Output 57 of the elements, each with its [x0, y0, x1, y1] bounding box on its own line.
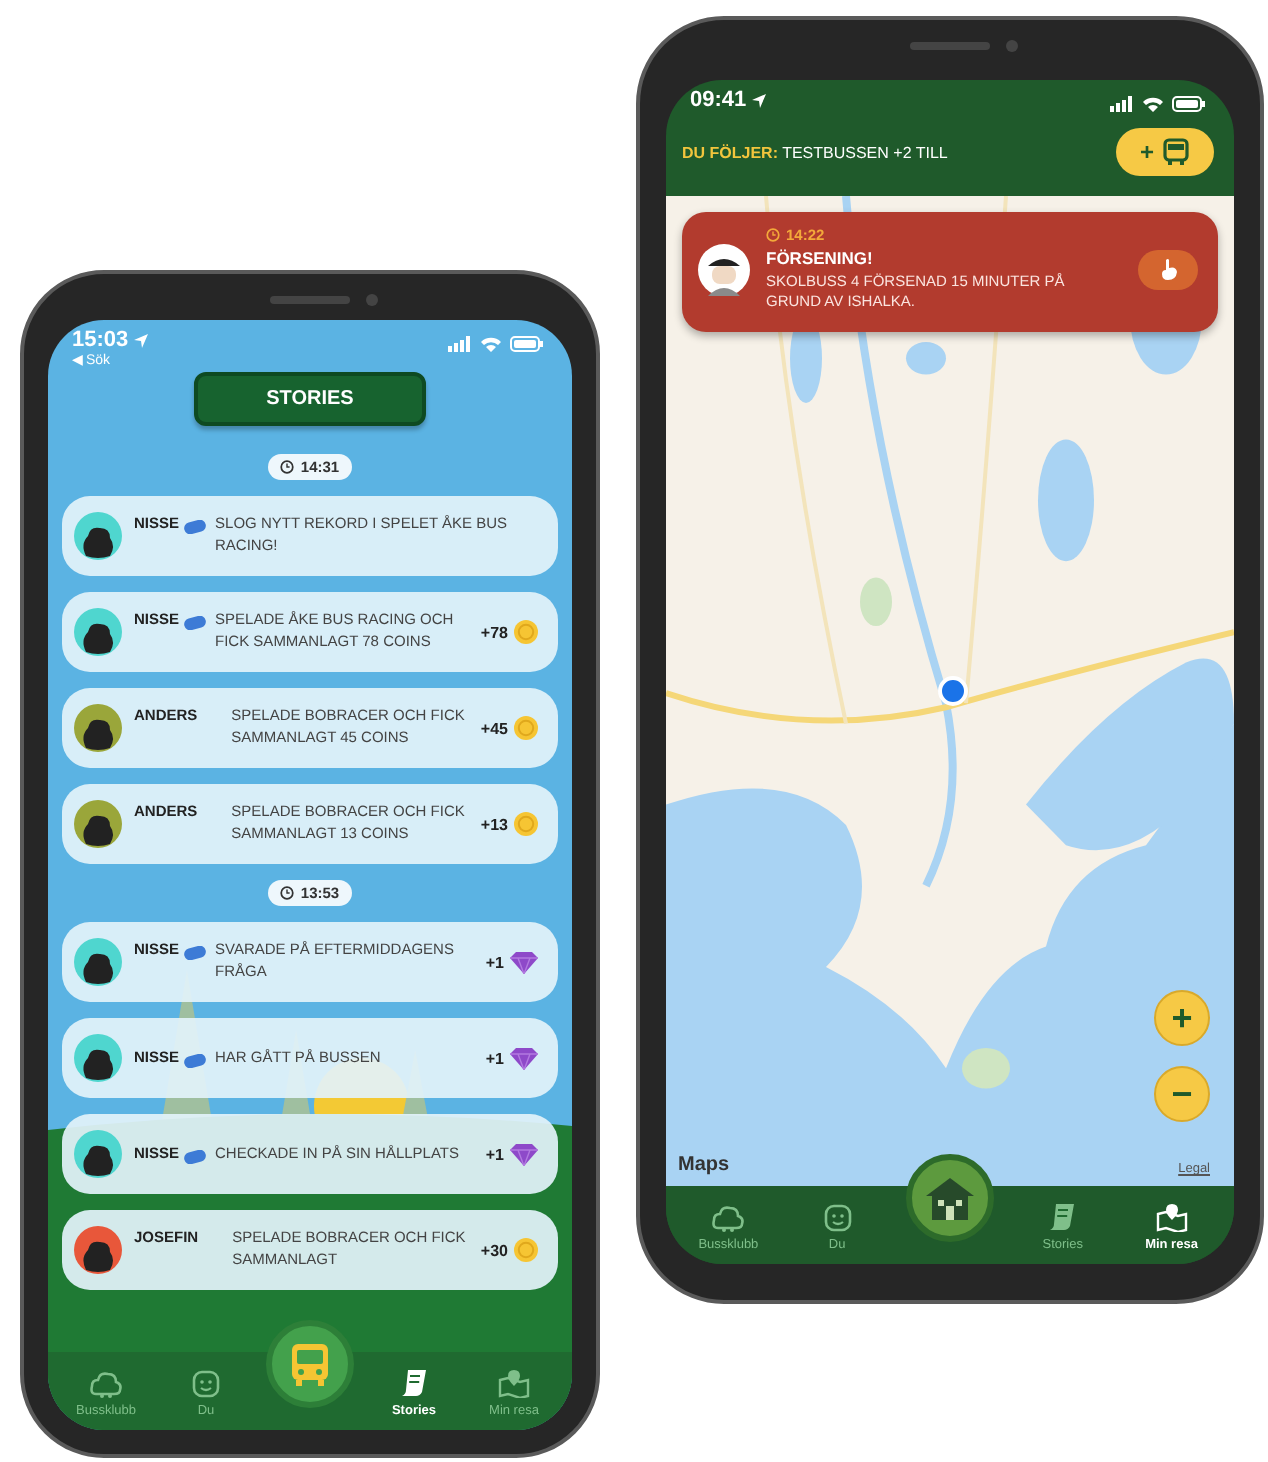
- tap-button[interactable]: [1138, 249, 1198, 290]
- avatar-icon: [74, 512, 122, 560]
- avatar-icon: [74, 938, 122, 986]
- reward-amount: +1: [485, 1049, 504, 1067]
- clock-icon: [280, 460, 295, 474]
- cloud-icon: [712, 1204, 745, 1232]
- status-time: 09:41: [690, 88, 747, 112]
- gem-icon: [510, 1047, 538, 1069]
- reward-amount: +78: [480, 623, 508, 641]
- coin-icon: [514, 1238, 538, 1262]
- avatar-icon: [74, 800, 122, 848]
- battery-icon: [1172, 96, 1206, 112]
- following-value: TESTBUSSEN +2 TILL: [782, 143, 948, 161]
- map-icon: [1155, 1202, 1188, 1232]
- signal-icon: [1110, 96, 1134, 112]
- avatar-icon: [74, 608, 122, 656]
- map-icon: [498, 1368, 530, 1398]
- bus-button[interactable]: [266, 1320, 354, 1408]
- wifi-icon: [480, 336, 502, 352]
- driver-avatar-icon: [698, 243, 750, 296]
- avatar-icon: [74, 1130, 122, 1178]
- reward-amount: +1: [485, 1145, 504, 1163]
- gem-icon: [510, 951, 538, 973]
- hand-icon: [1159, 258, 1177, 281]
- coin-icon: [514, 716, 538, 740]
- reward-amount: +45: [480, 719, 508, 737]
- screen-title: STORIES: [194, 372, 426, 426]
- avatar-icon: [74, 1226, 122, 1274]
- location-arrow-icon: [752, 93, 767, 107]
- signal-icon: [448, 336, 472, 352]
- house-icon: [924, 1176, 976, 1220]
- smiley-icon: [823, 1204, 852, 1232]
- gem-icon: [510, 1143, 538, 1165]
- bus-icon: [1162, 138, 1190, 166]
- scroll-icon: [1048, 1202, 1077, 1232]
- location-arrow-icon: [134, 333, 149, 347]
- clock-icon: [766, 228, 780, 242]
- bus-icon: [286, 1340, 334, 1388]
- add-bus-button[interactable]: +: [1115, 128, 1214, 176]
- avatar-icon: [74, 1034, 122, 1082]
- coin-icon: [514, 812, 538, 836]
- avatar-icon: [74, 704, 122, 752]
- map-attribution: Maps: [678, 1154, 730, 1176]
- coin-icon: [514, 620, 538, 644]
- following-label: DU FÖLJER:: [682, 143, 778, 161]
- scroll-icon: [400, 1368, 428, 1398]
- smiley-icon: [192, 1370, 220, 1398]
- clock-icon: [280, 886, 295, 900]
- alert-title: FÖRSENING!: [766, 248, 875, 268]
- wifi-icon: [1142, 96, 1164, 112]
- battery-icon: [510, 336, 544, 352]
- reward-amount: +1: [485, 953, 504, 971]
- reward-amount: +30: [480, 1241, 508, 1259]
- cloud-icon: [90, 1370, 122, 1398]
- home-button[interactable]: [906, 1154, 994, 1242]
- reward-amount: +13: [480, 815, 508, 833]
- status-time: 15:03: [72, 328, 129, 352]
